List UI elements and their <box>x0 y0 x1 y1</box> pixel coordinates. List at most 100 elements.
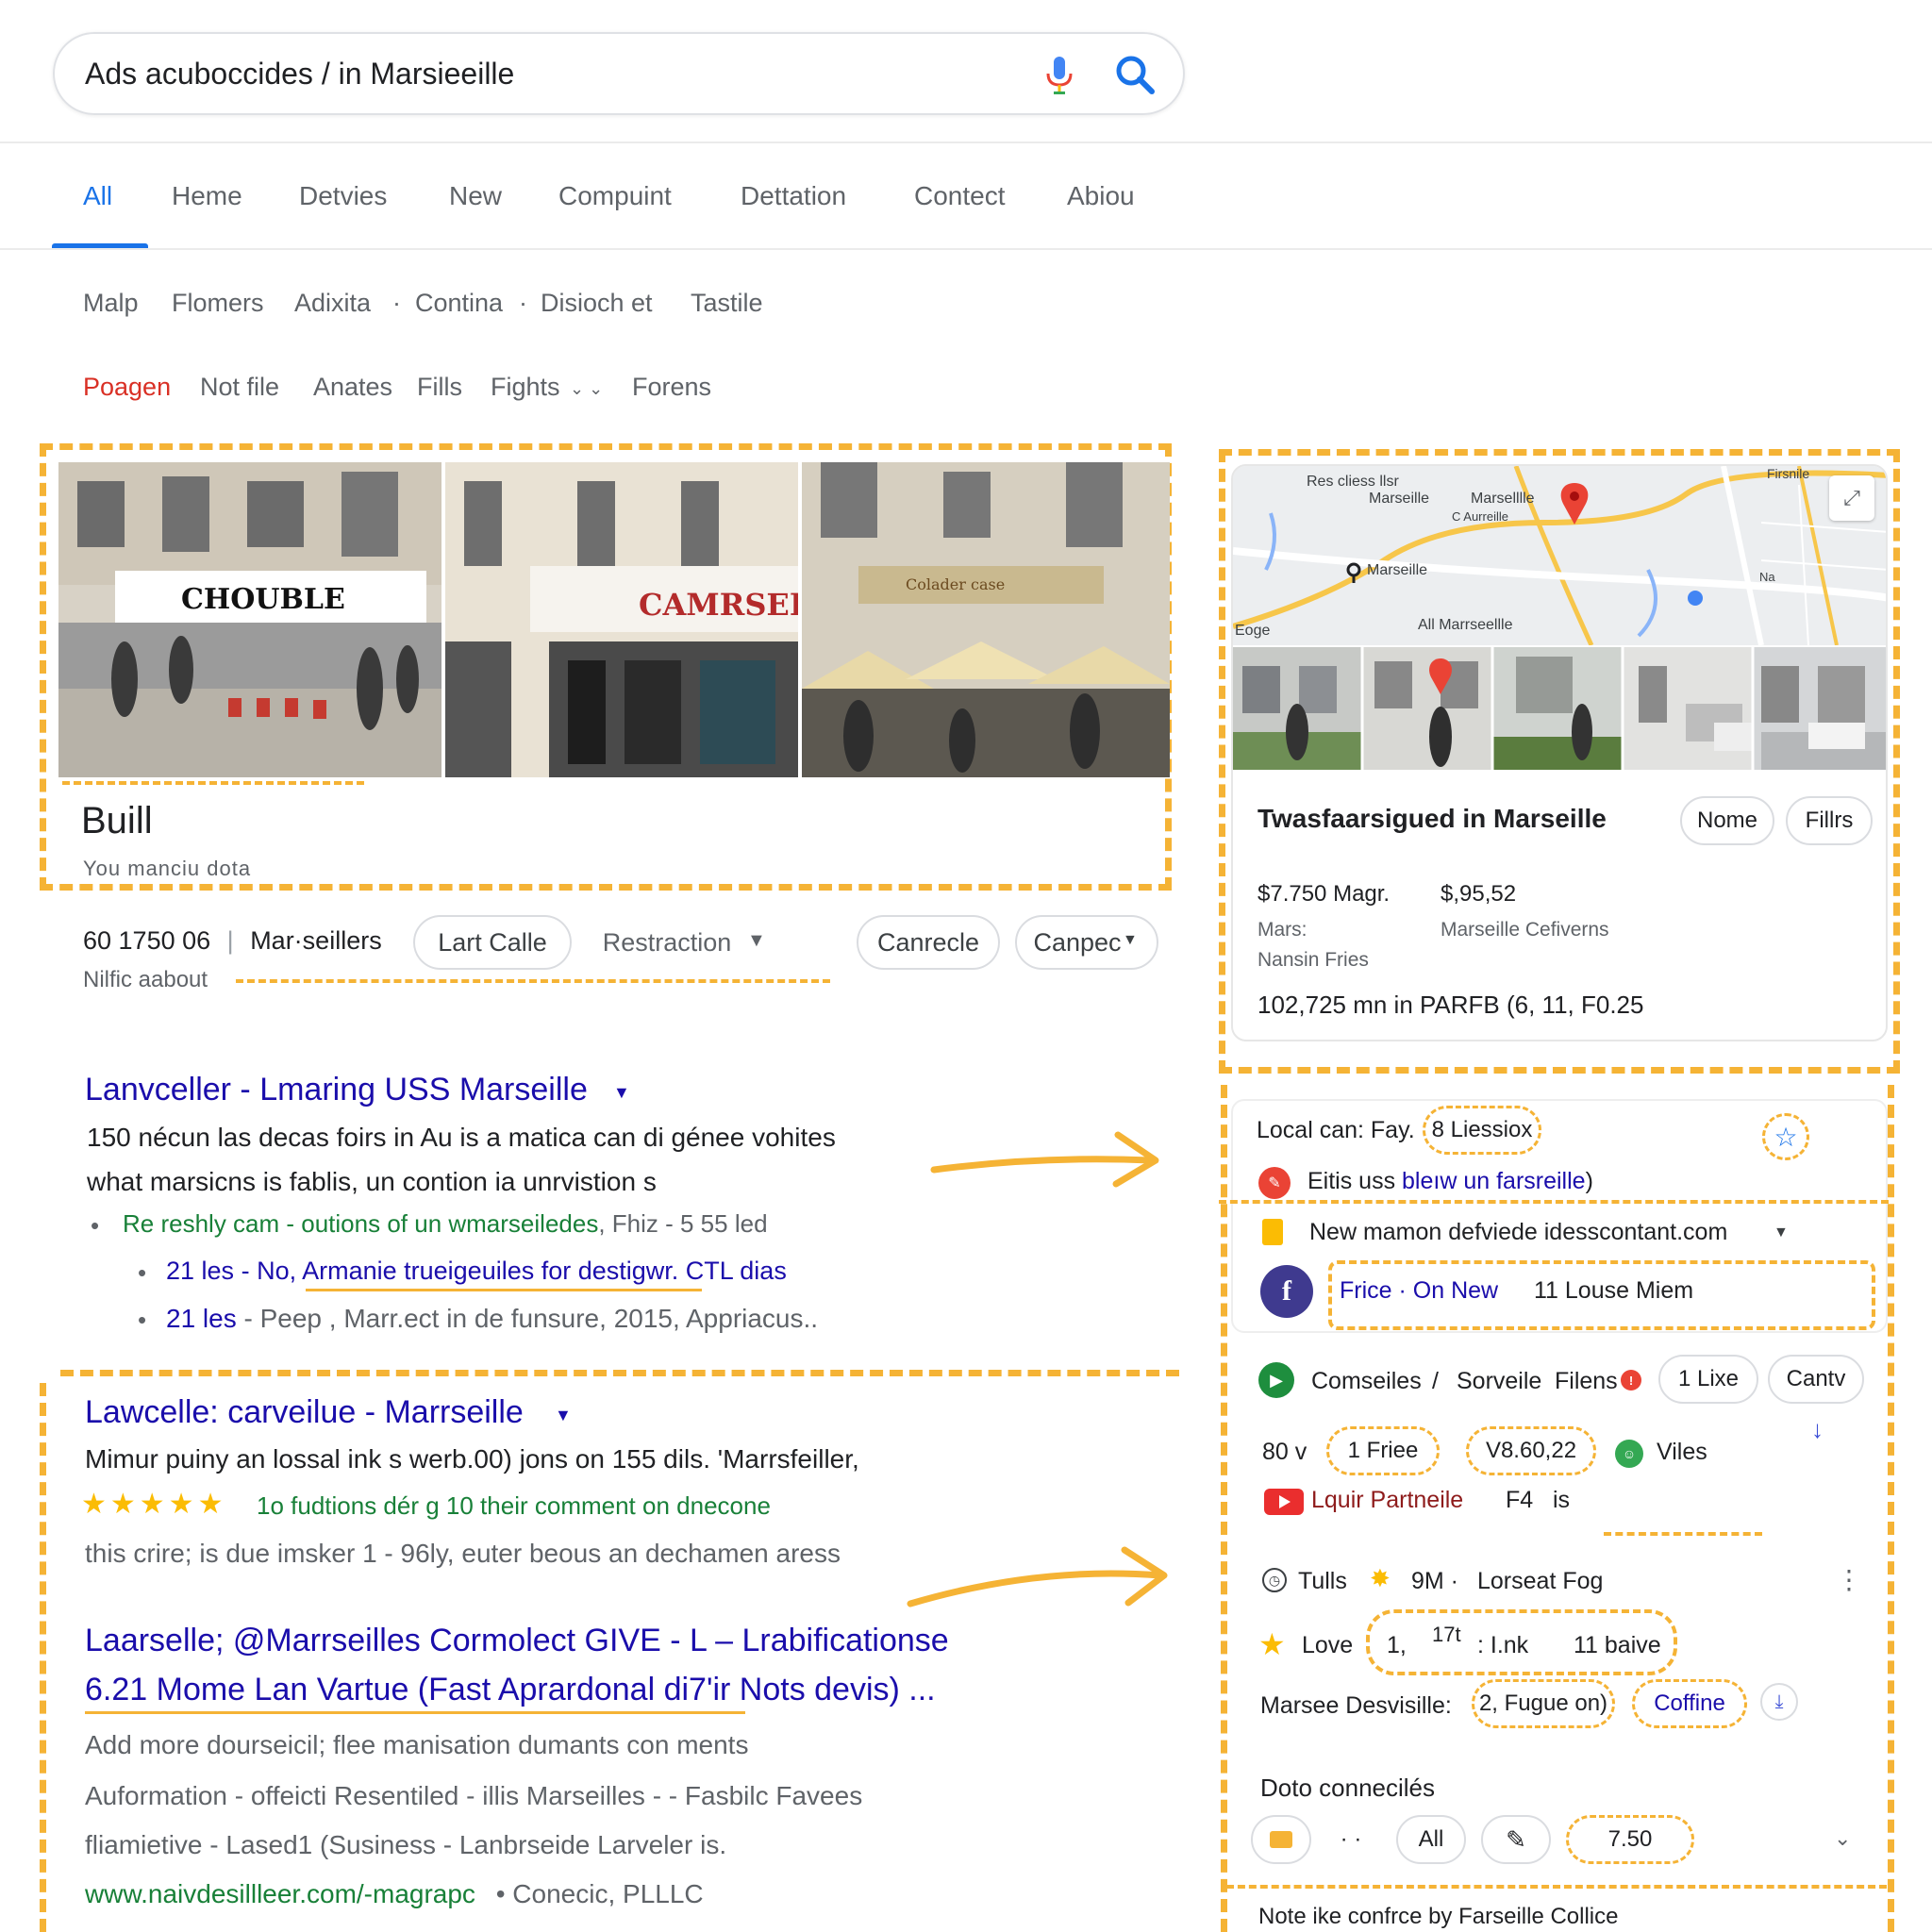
result-1-green-link[interactable]: Re reshly cam - outions of un wmarseiled… <box>123 1209 598 1238</box>
filter-malp[interactable]: Malp <box>83 289 139 318</box>
sun-icon: ✸ <box>1370 1564 1391 1592</box>
row5-value[interactable]: 2, Fugue on) <box>1472 1679 1615 1728</box>
lixe-pill[interactable]: 1 Lixe <box>1658 1355 1758 1404</box>
knowledge-title: Twasfaarsigued in Marseille <box>1257 804 1607 833</box>
result-1-snippet-line1: 150 nécun las decas foirs in Au is a mat… <box>87 1123 836 1152</box>
camera-icon[interactable] <box>1251 1815 1311 1864</box>
chevron-down-icon[interactable]: ⌄ ⌄ <box>570 379 603 399</box>
local-badge[interactable]: 8 Liessiox <box>1423 1106 1541 1155</box>
search-icon[interactable] <box>1113 53 1157 96</box>
result-3-url-text[interactable]: www.naivdesillleer.com/-magrapc <box>85 1879 475 1908</box>
tab-new[interactable]: New <box>449 181 502 211</box>
tab-detvies[interactable]: Detvies <box>299 181 387 211</box>
map-label: Na <box>1759 570 1775 584</box>
result-1-sublink-2[interactable]: 21 les - Peep , Marr.ect in de funsure, … <box>166 1304 818 1334</box>
dropdown-arrow-icon[interactable]: ▼ <box>1774 1224 1789 1241</box>
filter-fights[interactable]: Fights <box>491 373 560 402</box>
filter-poagen[interactable]: Poagen <box>83 373 171 402</box>
filter-forens[interactable]: Forens <box>632 373 711 402</box>
all-pill[interactable]: All <box>1396 1815 1466 1864</box>
filter-anates[interactable]: Anates <box>313 373 392 402</box>
result-1-sublink-1[interactable]: 21 les - No, Armanie trueigeuiles for de… <box>166 1257 787 1286</box>
review-icon: ✎ <box>1258 1167 1291 1199</box>
restraction-dropdown[interactable]: Restraction <box>591 915 743 970</box>
filter-disioch[interactable]: Disioch et <box>541 289 653 318</box>
dropdown-arrow-icon[interactable]: ▼ <box>1123 932 1138 949</box>
filter-contina[interactable]: Contina <box>415 289 503 318</box>
fillrs-button[interactable]: Fillrs <box>1786 796 1873 845</box>
sublink-count: 21 les <box>166 1304 237 1333</box>
search-query[interactable]: Ads acuboccides / in Marsieeille <box>85 57 514 92</box>
row2-pill[interactable]: V8.60,22 <box>1466 1426 1596 1475</box>
filter-fills[interactable]: Fills <box>417 373 462 402</box>
knowledge-summary: 102,725 mn in PARFB (6, 11, F0.25 <box>1257 991 1644 1019</box>
lart-calle-button[interactable]: Lart Calle <box>413 915 572 970</box>
edit-icon[interactable]: ✎ <box>1481 1815 1551 1864</box>
row1-item[interactable]: Sorveile <box>1457 1368 1541 1395</box>
result-1-sitelink-green: Re reshly cam - outions of un wmarseiled… <box>123 1209 768 1239</box>
review-link[interactable]: bleıw un farsreille <box>1402 1168 1586 1194</box>
bookmark-icon <box>1262 1219 1283 1245</box>
microphone-icon[interactable] <box>1036 51 1083 98</box>
expand-map-icon[interactable]: ⤢ <box>1829 475 1874 521</box>
tab-abiou[interactable]: Abiou <box>1067 181 1135 211</box>
photo-sign-text: CAMRSEILE <box>639 587 798 623</box>
row2-pill[interactable]: 1 Friee <box>1326 1426 1440 1475</box>
canrecle-button[interactable]: Canrecle <box>857 915 1000 970</box>
tab-heme[interactable]: Heme <box>172 181 242 211</box>
row1-item[interactable]: Filens <box>1555 1368 1618 1395</box>
annotation-arrow-icon <box>907 1546 1168 1607</box>
chevron-down-icon[interactable]: ⌄ <box>1834 1826 1851 1851</box>
dots-pill[interactable]: · · <box>1321 1815 1381 1864</box>
photo-terrace-cafe[interactable]: Colader case <box>802 462 1170 777</box>
chevron-down-icon[interactable]: ▼ <box>613 1083 630 1103</box>
result-3-title-line2[interactable]: 6.21 Mome Lan Vartue (Fast Aprardonal di… <box>85 1672 936 1708</box>
result-3-snippet-line3: fliamietive - Lased1 (Susiness - Lanbrse… <box>85 1830 727 1859</box>
tab-contect[interactable]: Contect <box>914 181 1006 211</box>
local-label: Local can: Fay. <box>1257 1117 1415 1143</box>
result-3-url[interactable]: www.naivdesillleer.com/-magrapc • Coneci… <box>85 1879 704 1909</box>
dropdown-arrow-icon[interactable]: ▼ <box>747 930 766 952</box>
filter-tastile[interactable]: Tastile <box>691 289 763 318</box>
title-underline-scribble <box>85 1711 745 1714</box>
chevron-down-icon[interactable]: ▼ <box>555 1406 572 1425</box>
download-icon[interactable]: ⤓ <box>1760 1683 1798 1721</box>
result-1-title[interactable]: Lanvceller - Lmaring USS Marseille <box>85 1072 588 1108</box>
photo-sign-text: Colader case <box>906 575 1005 593</box>
more-options-icon[interactable]: ⋮ <box>1836 1564 1862 1595</box>
youtube-link[interactable]: Lquir Partneile <box>1311 1487 1463 1514</box>
search-bar[interactable]: Ads acuboccides / in Marsieeille <box>53 32 1185 115</box>
youtube-icon[interactable] <box>1264 1489 1304 1515</box>
result-3-title-line1[interactable]: Laarselle; @Marrseilles Cormolect GIVE -… <box>85 1623 949 1659</box>
photo-cafe-chouble[interactable]: CHOUBLE <box>58 462 441 777</box>
cantv-pill[interactable]: Cantv <box>1768 1355 1864 1404</box>
sublink-underline-scribble <box>306 1289 702 1291</box>
filter-adixita[interactable]: Adixita <box>294 289 371 318</box>
star-icon: ★ <box>1258 1627 1286 1661</box>
facebook-icon[interactable]: f <box>1260 1265 1313 1318</box>
filter-flomers[interactable]: Flomers <box>172 289 264 318</box>
arrow-down-icon[interactable]: ↓ <box>1811 1415 1824 1444</box>
map-view[interactable]: Res cliess llsr Marseille Marselllle C A… <box>1233 466 1886 645</box>
star-save-icon[interactable]: ☆ <box>1762 1113 1809 1160</box>
sublink-text[interactable]: - No, Armanie trueigeuiles for destigwr.… <box>242 1257 787 1285</box>
tab-all[interactable]: All <box>83 181 112 211</box>
photo-strip[interactable] <box>1233 647 1886 770</box>
photo-sign-text: CHOUBLE <box>181 583 345 616</box>
filter-not-file[interactable]: Not file <box>200 373 279 402</box>
tab-compuint[interactable]: Compuint <box>558 181 672 211</box>
entity-phone[interactable]: 60 1750 06 <box>83 926 210 955</box>
youtube-meta: F4 <box>1506 1487 1534 1513</box>
value-pill[interactable]: 7.50 <box>1566 1815 1694 1864</box>
row2-item[interactable]: Viles <box>1657 1439 1707 1466</box>
website-link[interactable]: New mamon defviede idesscontant.com <box>1309 1219 1727 1246</box>
row3-item: Tulls <box>1298 1568 1347 1594</box>
tab-dettation[interactable]: Dettation <box>741 181 846 211</box>
separator: | <box>226 926 234 955</box>
coffine-link[interactable]: Coffine <box>1632 1679 1747 1728</box>
row3-item[interactable]: Lorseat Fog <box>1477 1568 1603 1595</box>
photo-cafe-camrseile[interactable]: CAMRSEILE <box>445 462 798 777</box>
nome-button[interactable]: Nome <box>1680 796 1774 845</box>
row1-item[interactable]: Comseiles <box>1311 1368 1422 1395</box>
result-2-title[interactable]: Lawcelle: carveilue - Marrseille <box>85 1394 524 1431</box>
